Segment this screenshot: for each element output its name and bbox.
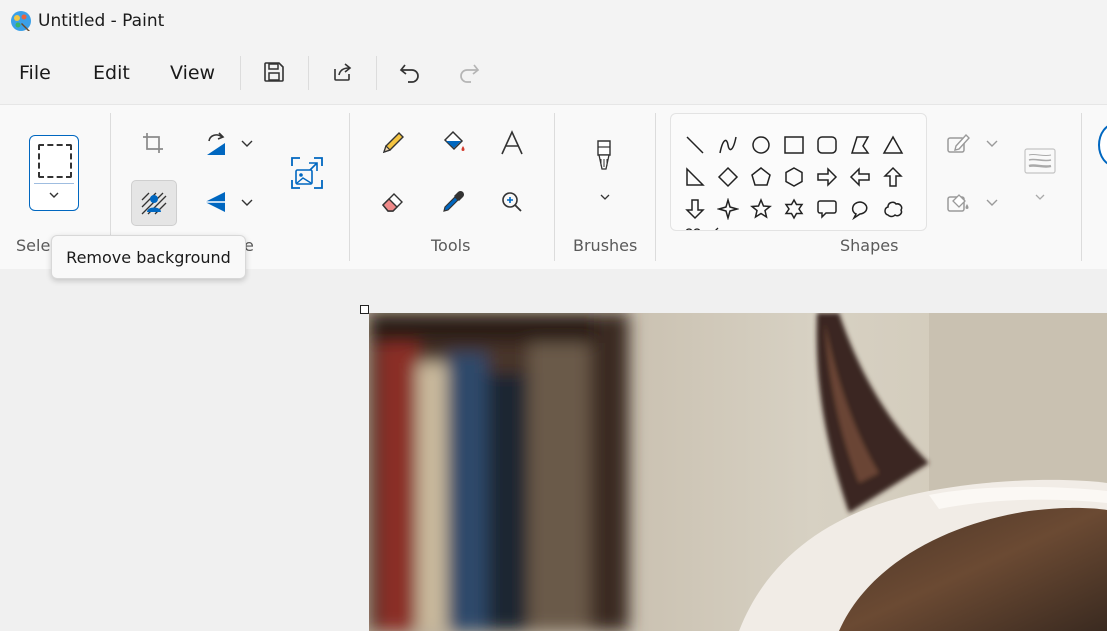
crop-icon: [143, 133, 163, 153]
shape-fill-button[interactable]: [938, 182, 978, 222]
selection-divider: [34, 183, 74, 184]
fill-button[interactable]: [433, 123, 473, 163]
share-icon: [334, 63, 352, 81]
brush-icon: [597, 140, 611, 170]
outline-chevron-icon[interactable]: [985, 136, 999, 150]
group-separator: [349, 113, 350, 261]
shape-fill-icon: [947, 194, 969, 212]
menu-view[interactable]: View: [170, 62, 215, 84]
left-arrow-shape-icon[interactable]: [845, 162, 875, 192]
line-shape-icon[interactable]: [680, 130, 710, 160]
pentagon-shape-icon[interactable]: [746, 162, 776, 192]
pencil-button[interactable]: [373, 123, 413, 163]
resize-icon: [291, 157, 323, 189]
line-size-button[interactable]: [1020, 141, 1060, 181]
save-icon: [264, 62, 284, 82]
group-label-tools: Tools: [431, 236, 471, 255]
canvas-resize-handle[interactable]: [360, 305, 369, 314]
redo-icon: [460, 64, 480, 83]
rectangle-callout-shape-icon[interactable]: [812, 194, 842, 224]
flip-button[interactable]: [195, 182, 235, 222]
color-picker-button[interactable]: [433, 182, 473, 222]
group-label-brushes: Brushes: [573, 236, 638, 255]
share-button[interactable]: [326, 56, 358, 88]
canvas-image-dog-photo[interactable]: [369, 313, 1107, 631]
window-title: Untitled - Paint: [38, 11, 165, 31]
outline-button[interactable]: [938, 123, 978, 163]
right-triangle-shape-icon[interactable]: [680, 162, 710, 192]
text-button[interactable]: [492, 123, 532, 163]
oval-callout-shape-icon[interactable]: [845, 194, 875, 224]
remove-background-tooltip: Remove background: [51, 235, 246, 279]
selection-button[interactable]: [29, 135, 79, 211]
rectangle-select-icon: [38, 144, 72, 178]
down-arrow-shape-icon[interactable]: [680, 194, 710, 224]
oval-shape-icon[interactable]: [746, 130, 776, 160]
colors-button[interactable]: [1098, 123, 1107, 167]
crop-button[interactable]: [133, 123, 173, 163]
group-separator: [655, 113, 656, 261]
paint-app-icon: [10, 10, 32, 32]
pencil-icon: [382, 132, 404, 154]
title-bar: Untitled - Paint: [0, 0, 1107, 42]
fill-bucket-icon: [443, 130, 465, 151]
more-shapes-row: [684, 226, 724, 230]
right-arrow-shape-icon[interactable]: [812, 162, 842, 192]
brushes-button[interactable]: [584, 135, 624, 175]
menu-separator: [308, 56, 309, 90]
group-separator: [554, 113, 555, 261]
flip-chevron-icon[interactable]: [240, 195, 254, 209]
menu-separator: [376, 56, 377, 90]
menu-bar: File Edit View: [0, 42, 1107, 104]
eraser-icon: [382, 193, 403, 212]
polygon-shape-icon[interactable]: [845, 130, 875, 160]
text-icon: [501, 130, 523, 155]
six-point-star-shape-icon[interactable]: [779, 194, 809, 224]
shape-fill-chevron-icon[interactable]: [985, 195, 999, 209]
hexagon-shape-icon[interactable]: [779, 162, 809, 192]
triangle-shape-icon[interactable]: [878, 130, 908, 160]
up-arrow-shape-icon[interactable]: [878, 162, 908, 192]
outline-icon: [947, 133, 970, 153]
resize-button[interactable]: [287, 153, 327, 193]
five-point-star-shape-icon[interactable]: [746, 194, 776, 224]
magnifier-button[interactable]: [492, 182, 532, 222]
curve-shape-icon[interactable]: [713, 130, 743, 160]
undo-button[interactable]: [394, 56, 426, 88]
four-point-star-shape-icon[interactable]: [713, 194, 743, 224]
undo-icon: [399, 64, 419, 83]
rotate-chevron-icon[interactable]: [240, 136, 254, 150]
remove-background-button[interactable]: [131, 180, 177, 226]
menu-edit[interactable]: Edit: [93, 62, 130, 84]
rotate-button[interactable]: [195, 123, 235, 163]
group-label-selection: Sele: [16, 236, 51, 255]
cloud-callout-shape-icon[interactable]: [878, 194, 908, 224]
rounded-rectangle-shape-icon[interactable]: [812, 130, 842, 160]
chevron-down-icon: [47, 188, 61, 202]
group-label-shapes: Shapes: [840, 236, 899, 255]
save-button[interactable]: [258, 56, 290, 88]
menu-separator: [240, 56, 241, 90]
brushes-chevron-icon[interactable]: [598, 190, 612, 204]
redo-button[interactable]: [453, 56, 485, 88]
eraser-button[interactable]: [373, 182, 413, 222]
flip-icon: [205, 192, 225, 212]
zoom-in-icon: [502, 192, 522, 212]
eyedropper-icon: [443, 190, 465, 212]
rectangle-shape-icon[interactable]: [779, 130, 809, 160]
menu-file[interactable]: File: [19, 62, 51, 84]
rotate-icon: [207, 132, 225, 155]
shapes-gallery: [670, 113, 927, 231]
diamond-shape-icon[interactable]: [713, 162, 743, 192]
group-separator: [1081, 113, 1082, 261]
line-size-icon: [1024, 148, 1056, 174]
line-size-chevron-icon[interactable]: [1033, 190, 1047, 204]
tooltip-text: Remove background: [66, 247, 231, 267]
remove-background-icon: [141, 192, 167, 215]
